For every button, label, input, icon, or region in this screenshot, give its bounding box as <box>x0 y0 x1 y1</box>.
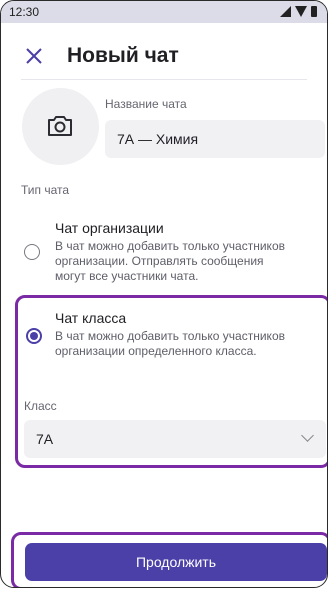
status-time: 12:30 <box>9 5 40 19</box>
chat-type-label: Тип чата <box>21 183 70 197</box>
wifi-icon <box>295 6 307 17</box>
camera-icon <box>48 116 72 136</box>
header-divider <box>21 79 307 80</box>
close-icon[interactable] <box>21 43 47 69</box>
class-select-value: 7А <box>36 431 54 447</box>
class-select[interactable]: 7А <box>24 420 326 458</box>
phone-frame: 12:30 Новый чат Название чата 7А — Химия… <box>0 0 328 588</box>
top-app-bar: Новый чат <box>1 37 327 77</box>
battery-icon <box>311 6 317 17</box>
chevron-down-icon <box>301 429 314 442</box>
chat-name-input[interactable]: 7А — Химия <box>105 120 325 158</box>
option-description-line: организации определенного класса. <box>55 344 257 358</box>
signal-icon <box>280 6 291 17</box>
chat-type-option-class[interactable]: Чат класса В чат можно добавить только у… <box>17 299 327 389</box>
page-title: Новый чат <box>67 44 179 67</box>
radio-unselected-icon[interactable] <box>24 244 40 260</box>
radio-selected-icon[interactable] <box>26 328 42 344</box>
continue-button[interactable]: Продолжить <box>25 543 327 581</box>
option-title: Чат организации <box>55 220 164 236</box>
class-label: Класс <box>24 399 57 413</box>
chat-name-label: Название чата <box>105 97 187 111</box>
option-title: Чат класса <box>55 310 127 326</box>
option-description-line: могут все участники чата. <box>55 269 199 283</box>
status-bar: 12:30 <box>1 1 327 23</box>
chat-photo-button[interactable] <box>22 88 99 165</box>
option-description-line: В чат можно добавить только участников <box>55 239 285 253</box>
option-description-line: В чат можно добавить только участников <box>55 329 285 343</box>
option-description-line: организации. Отправлять сообщения <box>55 254 264 268</box>
chat-type-option-organization[interactable]: Чат организации В чат можно добавить тол… <box>1 211 327 301</box>
status-icons <box>280 6 317 17</box>
